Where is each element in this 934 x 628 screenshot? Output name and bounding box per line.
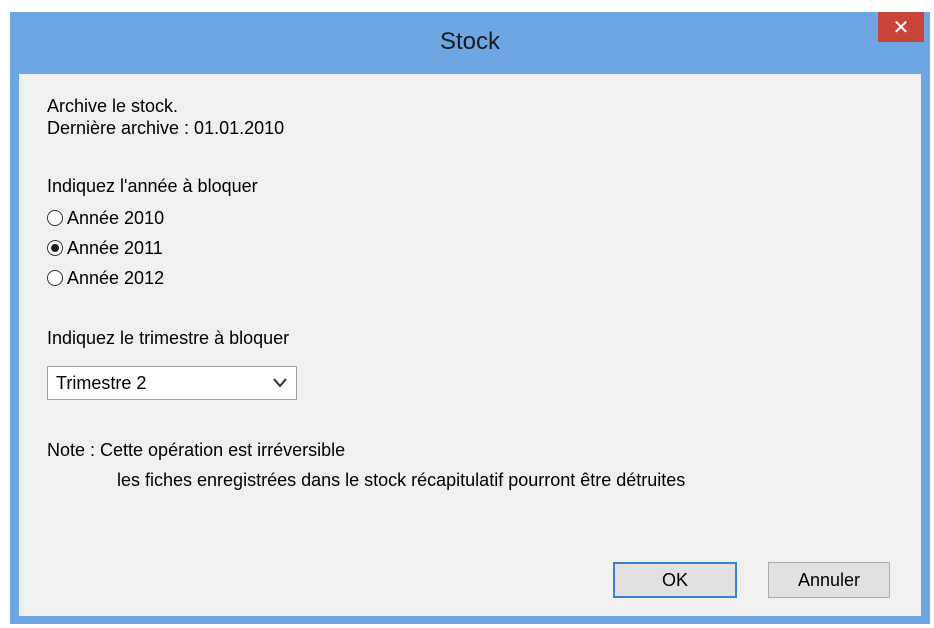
radio-year-2011[interactable]: Année 2011 [47, 236, 163, 260]
radio-year-2010[interactable]: Année 2010 [47, 206, 164, 230]
chevron-down-icon[interactable] [272, 376, 288, 390]
close-icon: ✕ [892, 15, 910, 39]
radio-label: Année 2010 [67, 207, 165, 228]
radio-label: Année 2011 [67, 237, 163, 258]
close-button[interactable]: ✕ [878, 12, 924, 42]
radio-year-2012[interactable]: Année 2012 [47, 266, 164, 290]
title-bar[interactable]: Stock ✕ [10, 12, 930, 74]
radio-button[interactable] [47, 210, 63, 226]
year-section-label: Indiquez l'année à bloquer [47, 176, 258, 196]
ok-button[interactable]: OK [613, 562, 737, 598]
radio-button-checked[interactable] [47, 240, 63, 256]
cancel-button[interactable]: Annuler [768, 562, 890, 598]
note-text: Note : Cette opération est irréversible [47, 440, 346, 460]
window-frame: Stock ✕ Archive le stock. Dernière archi… [10, 12, 930, 624]
window-title: Stock [439, 28, 501, 55]
radio-button[interactable] [47, 270, 63, 286]
archive-description: Archive le stock. [47, 96, 179, 116]
quarter-select-value: Trimestre 2 [56, 373, 147, 393]
last-archive-label: Dernière archive : 01.01.2010 [47, 118, 285, 138]
radio-label: Année 2012 [67, 267, 165, 288]
stock-dialog: Stock ✕ Archive le stock. Dernière archi… [0, 0, 934, 628]
note-detail-text: les fiches enregistrées dans le stock ré… [117, 470, 686, 490]
dialog-content: Archive le stock. Dernière archive : 01.… [19, 74, 921, 616]
quarter-select[interactable]: Trimestre 2 [47, 366, 297, 400]
quarter-section-label: Indiquez le trimestre à bloquer [47, 328, 290, 348]
